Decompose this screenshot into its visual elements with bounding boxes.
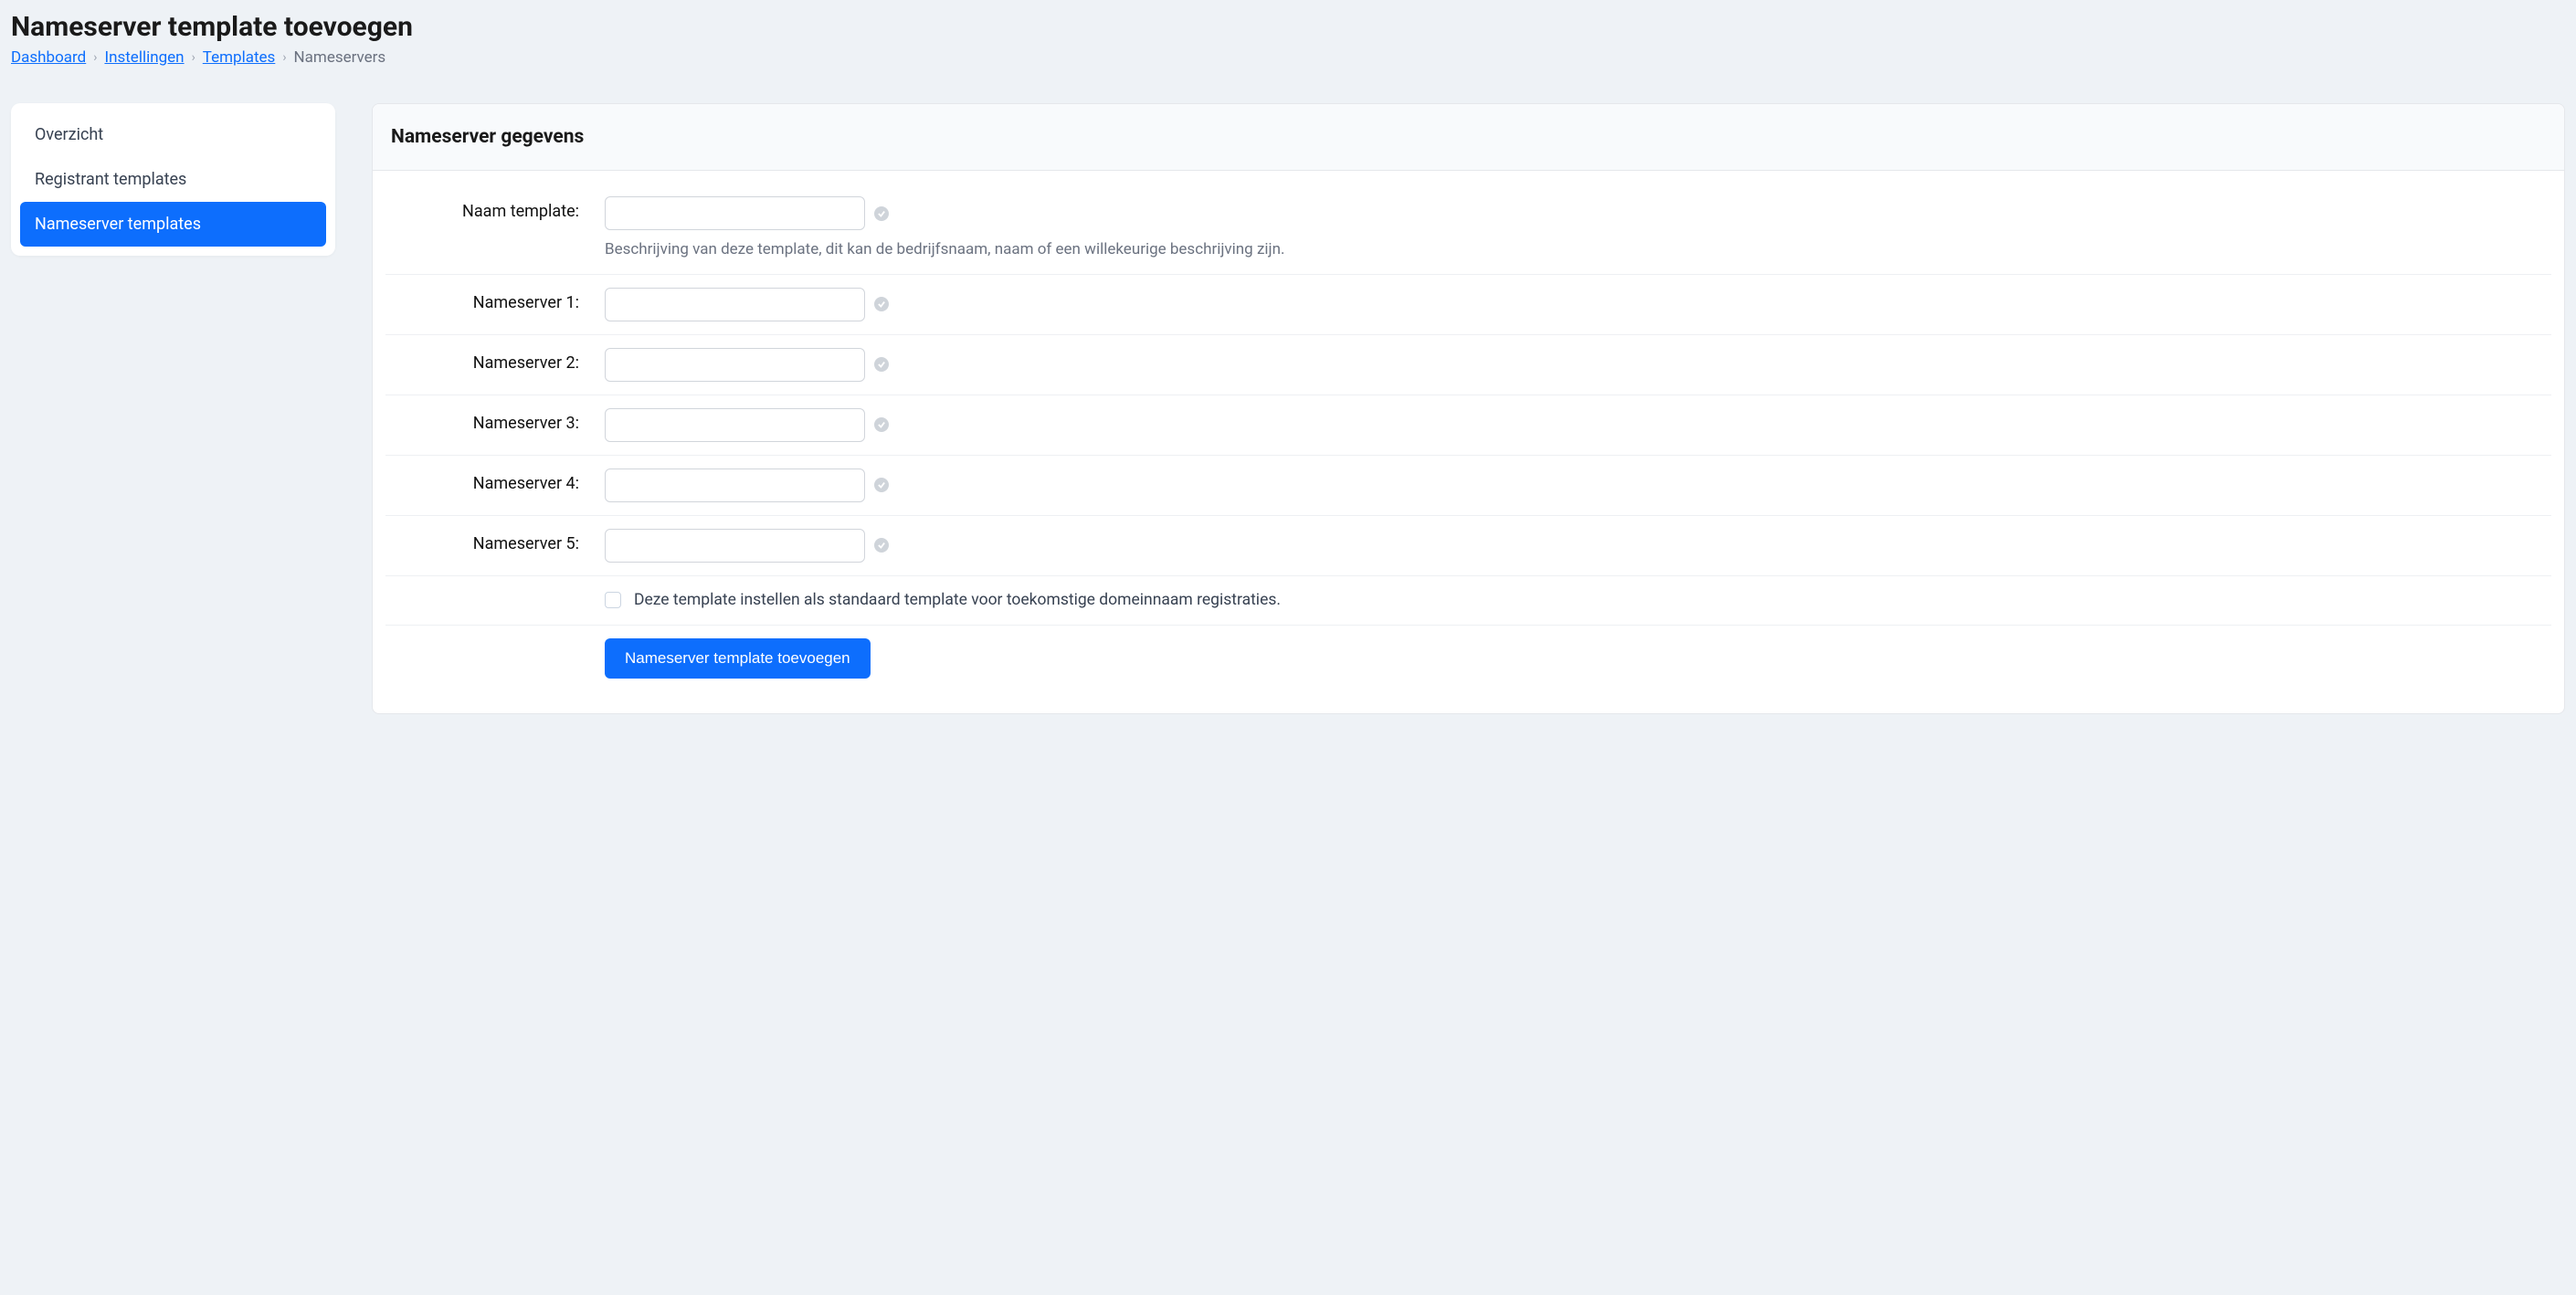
checkmark-circle-icon: [874, 538, 889, 553]
panel-header: Nameserver gegevens: [373, 104, 2564, 171]
nameserver1-input[interactable]: [605, 288, 865, 321]
checkmark-circle-icon: [874, 357, 889, 372]
sidebar-item-nameserver-templates[interactable]: Nameserver templates: [20, 202, 326, 247]
checkmark-circle-icon: [874, 478, 889, 492]
breadcrumb-link-templates[interactable]: Templates: [203, 48, 276, 67]
name-template-label: Naam template:: [385, 196, 605, 221]
nameserver5-label: Nameserver 5:: [385, 529, 605, 553]
breadcrumb: Dashboard › Instellingen › Templates › N…: [11, 48, 2565, 67]
sidebar: Overzicht Registrant templates Nameserve…: [11, 103, 335, 256]
nameserver4-input[interactable]: [605, 469, 865, 502]
sidebar-item-overzicht[interactable]: Overzicht: [20, 112, 326, 157]
page-title: Nameserver template toevoegen: [11, 11, 2565, 43]
nameserver4-label: Nameserver 4:: [385, 469, 605, 493]
submit-button[interactable]: Nameserver template toevoegen: [605, 638, 871, 679]
name-template-helper: Beschrijving van deze template, dit kan …: [605, 239, 2551, 261]
nameserver1-label: Nameserver 1:: [385, 288, 605, 312]
nameserver5-input[interactable]: [605, 529, 865, 563]
checkmark-circle-icon: [874, 417, 889, 432]
checkmark-circle-icon: [874, 206, 889, 221]
breadcrumb-link-instellingen[interactable]: Instellingen: [104, 48, 184, 67]
nameserver2-input[interactable]: [605, 348, 865, 382]
sidebar-item-registrant-templates[interactable]: Registrant templates: [20, 157, 326, 202]
name-template-input[interactable]: [605, 196, 865, 230]
breadcrumb-link-dashboard[interactable]: Dashboard: [11, 48, 86, 67]
nameserver3-input[interactable]: [605, 408, 865, 442]
chevron-right-icon: ›: [93, 50, 97, 65]
default-template-checkbox[interactable]: [605, 592, 621, 608]
nameserver3-label: Nameserver 3:: [385, 408, 605, 433]
default-template-label: Deze template instellen als standaard te…: [634, 589, 1281, 612]
chevron-right-icon: ›: [282, 50, 286, 65]
panel-title: Nameserver gegevens: [391, 126, 2546, 148]
breadcrumb-current: Nameservers: [294, 48, 386, 67]
main-panel: Nameserver gegevens Naam template: Besch…: [372, 103, 2565, 714]
nameserver2-label: Nameserver 2:: [385, 348, 605, 373]
checkmark-circle-icon: [874, 297, 889, 311]
chevron-right-icon: ›: [192, 50, 195, 65]
